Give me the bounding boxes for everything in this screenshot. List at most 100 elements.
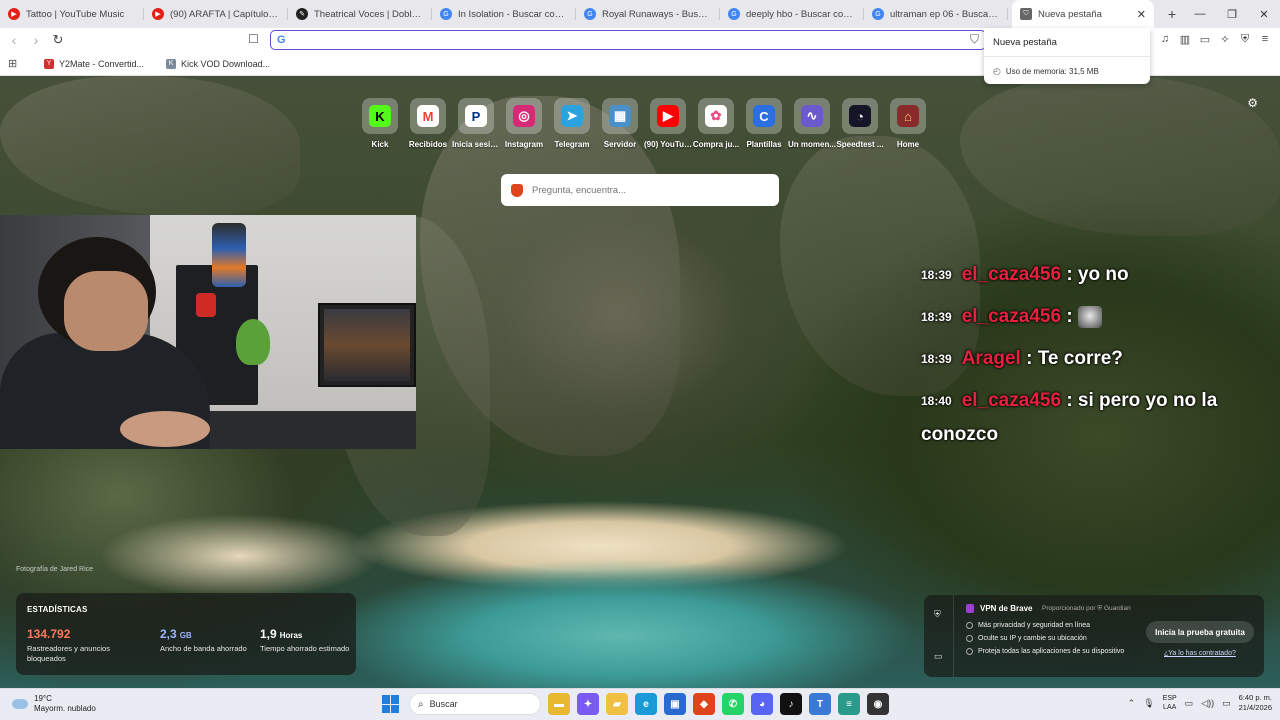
microphone-icon[interactable]: 🎙: [1143, 698, 1154, 709]
chat-time: 18:40: [921, 394, 952, 409]
tiktok-icon[interactable]: ♪: [780, 693, 802, 715]
tab-active[interactable]: ⛉ Nueva pestaña ✕: [1012, 0, 1154, 28]
volume-icon[interactable]: ◁)): [1201, 698, 1214, 709]
site-label: Speedtest ...: [836, 140, 884, 149]
chat-message: 18:39 el_caza456 :: [921, 296, 1261, 338]
ntp-search-input[interactable]: [532, 184, 779, 196]
teams-icon[interactable]: T: [809, 693, 831, 715]
chat-text: :: [1066, 306, 1073, 328]
tab[interactable]: G In Isolation - Buscar con Goog: [432, 0, 576, 28]
tab-title: Royal Runaways - Buscar con G: [602, 8, 712, 20]
taskbar-search-label: Buscar: [429, 699, 458, 709]
site-label: Instagram: [504, 140, 544, 149]
tab[interactable]: G deeply hbo - Buscar con Goog: [720, 0, 864, 28]
clock[interactable]: 6:40 p. m. 21/4/2026: [1239, 693, 1272, 713]
sidebar-icon[interactable]: ▥: [1178, 31, 1192, 47]
window-close-button[interactable]: ✕: [1248, 0, 1280, 28]
already-purchased-link[interactable]: ¿Ya lo has contratado?: [1164, 650, 1236, 657]
top-site-tile[interactable]: K Kick: [356, 98, 404, 149]
divider: [984, 56, 1150, 57]
leo-icon[interactable]: ✧: [1218, 31, 1232, 47]
start-trial-button[interactable]: Inicia la prueba gratuita: [1146, 621, 1254, 643]
discord-icon[interactable]: ◕: [751, 693, 773, 715]
address-input[interactable]: [291, 34, 985, 46]
minimize-button[interactable]: —: [1184, 0, 1216, 28]
tab[interactable]: ✎ Theatrical Voces | Doblaje Wiki: [288, 0, 432, 28]
photo-credit: Fotografía de Jared Rice: [16, 566, 94, 573]
stats-widget: ESTADÍSTICAS 134.792 Rastreadores y anun…: [16, 593, 356, 675]
maximize-button[interactable]: ❐: [1216, 0, 1248, 28]
top-sites: K Kick M Recibidos P Inicia sesió... ◎ Inst…: [356, 98, 932, 149]
start-button[interactable]: [382, 695, 400, 713]
vpn-icon[interactable]: ⛨: [1238, 31, 1252, 47]
top-site-tile[interactable]: ✿ Compra ju...: [692, 98, 740, 149]
bookmark-icon[interactable]: ☐: [248, 32, 259, 46]
folder-icon[interactable]: ▰: [606, 693, 628, 715]
top-site-tile[interactable]: ➤ Telegram: [548, 98, 596, 149]
network-icon[interactable]: ▭: [1185, 698, 1194, 709]
tab[interactable]: ▶ (90) ARAFTA | Capítulo 11 Com: [144, 0, 288, 28]
chat-message: 18:40 el_caza456 : si pero yo no la conoz…: [921, 384, 1261, 452]
brave-icon[interactable]: ◆: [693, 693, 715, 715]
tab[interactable]: ▶ Tattoo | YouTube Music: [0, 0, 144, 28]
top-site-tile[interactable]: ∿ Un momen...: [788, 98, 836, 149]
chevron-up-icon[interactable]: ⌃: [1128, 698, 1136, 709]
brave-shields-icon[interactable]: ⛉: [970, 32, 979, 47]
date: 21/4/2026: [1238, 703, 1272, 712]
tab[interactable]: G ultraman ep 06 - Buscar con G: [864, 0, 1008, 28]
store-icon[interactable]: ▣: [664, 693, 686, 715]
forward-button[interactable]: ›: [25, 29, 47, 51]
bookmark-item[interactable]: K Kick VOD Download...: [166, 58, 271, 69]
tab-title: In Isolation - Buscar con Goog: [458, 8, 568, 20]
ntp-search-box[interactable]: [501, 174, 779, 206]
new-tab-button[interactable]: +: [1160, 2, 1184, 26]
obs-icon[interactable]: ◉: [867, 693, 889, 715]
language-indicator[interactable]: ESP LAA: [1163, 694, 1177, 712]
copilot-icon[interactable]: ✦: [577, 693, 599, 715]
apps-grid-icon[interactable]: ⊞: [8, 57, 22, 71]
site-label: Kick: [371, 140, 389, 149]
taskbar-search[interactable]: ⌕ Buscar: [409, 693, 541, 715]
top-site-tile[interactable]: P Inicia sesió...: [452, 98, 500, 149]
top-site-tile[interactable]: ◎ Instagram: [500, 98, 548, 149]
top-site-tile[interactable]: ◔ Speedtest ...: [836, 98, 884, 149]
site-icon: ◎: [513, 105, 535, 127]
site-icon: M: [417, 105, 439, 127]
weather-widget[interactable]: 19°C Mayorm. nublado: [12, 694, 96, 714]
lang-bottom: LAA: [1163, 704, 1177, 711]
bookmark-item[interactable]: Y Y2Mate - Convertid...: [44, 58, 144, 69]
file-explorer-icon[interactable]: ▬: [548, 693, 570, 715]
address-bar[interactable]: G: [270, 30, 986, 50]
chat-text: : yo no: [1066, 264, 1129, 286]
whatsapp-icon[interactable]: ✆: [722, 693, 744, 715]
site-icon: ∿: [801, 105, 823, 127]
close-icon[interactable]: ✕: [1137, 8, 1146, 21]
media-icon[interactable]: ♫: [1158, 31, 1172, 47]
back-button[interactable]: ‹: [3, 29, 25, 51]
tab-title: (90) ARAFTA | Capítulo 11 Com: [170, 8, 280, 20]
site-label: Un momen...: [788, 140, 836, 149]
vpn-title: VPN de Brave: [980, 604, 1033, 613]
top-site-tile[interactable]: ⌂ Home: [884, 98, 932, 149]
battery-icon[interactable]: ▭: [1222, 698, 1231, 709]
top-site-tile[interactable]: ▶ (90) YouTube: [644, 98, 692, 149]
chat-message: 18:39 el_caza456 : yo no: [921, 254, 1261, 296]
tab[interactable]: G Royal Runaways - Buscar con G: [576, 0, 720, 28]
edge-icon[interactable]: e: [635, 693, 657, 715]
vpn-shield-icon[interactable]: ⛨: [934, 609, 941, 620]
wallet-icon[interactable]: ▭: [1198, 31, 1212, 47]
card-icon[interactable]: ▭: [934, 651, 943, 662]
bookmark-label: Kick VOD Download...: [181, 58, 271, 69]
window-controls: — ❐ ✕: [1184, 0, 1280, 28]
stat-value: 2,3: [160, 627, 177, 641]
top-site-tile[interactable]: M Recibidos: [404, 98, 452, 149]
top-site-tile[interactable]: C Plantillas: [740, 98, 788, 149]
notepad-icon[interactable]: ≡: [838, 693, 860, 715]
stat-value: 1,9: [260, 627, 277, 641]
site-label: Plantillas: [746, 140, 782, 149]
reload-button[interactable]: ↻: [47, 29, 69, 51]
top-site-tile[interactable]: ▦ Servidor: [596, 98, 644, 149]
customize-gear-icon[interactable]: ⚙: [1247, 96, 1258, 110]
chat-user: el_caza456: [961, 390, 1062, 412]
menu-icon[interactable]: ≡: [1258, 31, 1272, 47]
